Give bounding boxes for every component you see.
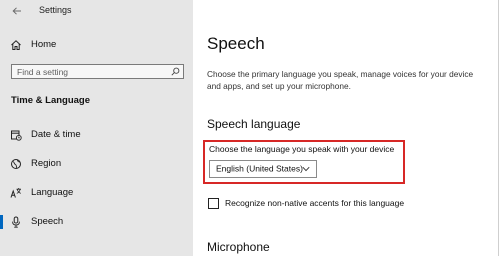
speech-language-heading: Speech language: [207, 117, 301, 131]
sidebar-item-home[interactable]: Home: [0, 36, 193, 54]
sidebar-item-label: Language: [31, 187, 74, 198]
language-icon: [10, 188, 21, 198]
settings-window: Settings Home Time & Language Date & tim…: [0, 0, 499, 256]
back-arrow-icon: [12, 7, 21, 15]
microphone-icon: [12, 216, 20, 228]
recognize-accents-option[interactable]: Recognize non-native accents for this la…: [208, 198, 428, 212]
sidebar-item-label: Speech: [31, 216, 64, 227]
recognize-accents-checkbox[interactable]: [208, 198, 219, 209]
speech-language-dropdown[interactable]: English (United States): [209, 160, 317, 178]
microphone-heading: Microphone: [207, 240, 270, 254]
chevron-down-icon: [302, 166, 310, 172]
sidebar-item-language[interactable]: Language: [0, 184, 193, 202]
search-box[interactable]: [11, 64, 184, 79]
globe-icon: [11, 159, 21, 169]
section-heading: Time & Language: [11, 95, 91, 106]
app-title: Settings: [39, 5, 72, 15]
main-content: Speech Choose the primary language you s…: [193, 0, 499, 256]
sidebar-item-label: Date & time: [31, 129, 81, 140]
page-description: Choose the primary language you speak, m…: [207, 69, 474, 91]
home-icon: [11, 40, 21, 50]
back-button[interactable]: [9, 3, 25, 19]
search-icon[interactable]: [171, 67, 180, 76]
sidebar-item-speech[interactable]: Speech: [0, 213, 193, 231]
sidebar-item-label: Home: [31, 39, 57, 50]
search-input[interactable]: [17, 65, 167, 78]
speech-language-field-label: Choose the language you speak with your …: [209, 144, 395, 154]
page-title: Speech: [207, 34, 265, 53]
dropdown-selected-value: English (United States): [216, 163, 303, 174]
sidebar-item-region[interactable]: Region: [0, 155, 193, 173]
sidebar-item-label: Region: [31, 158, 62, 169]
clock-calendar-icon: [11, 130, 22, 141]
sidebar-item-date-time[interactable]: Date & time: [0, 126, 193, 144]
sidebar: Settings Home Time & Language Date & tim…: [0, 0, 193, 256]
recognize-accents-label: Recognize non-native accents for this la…: [225, 198, 405, 208]
